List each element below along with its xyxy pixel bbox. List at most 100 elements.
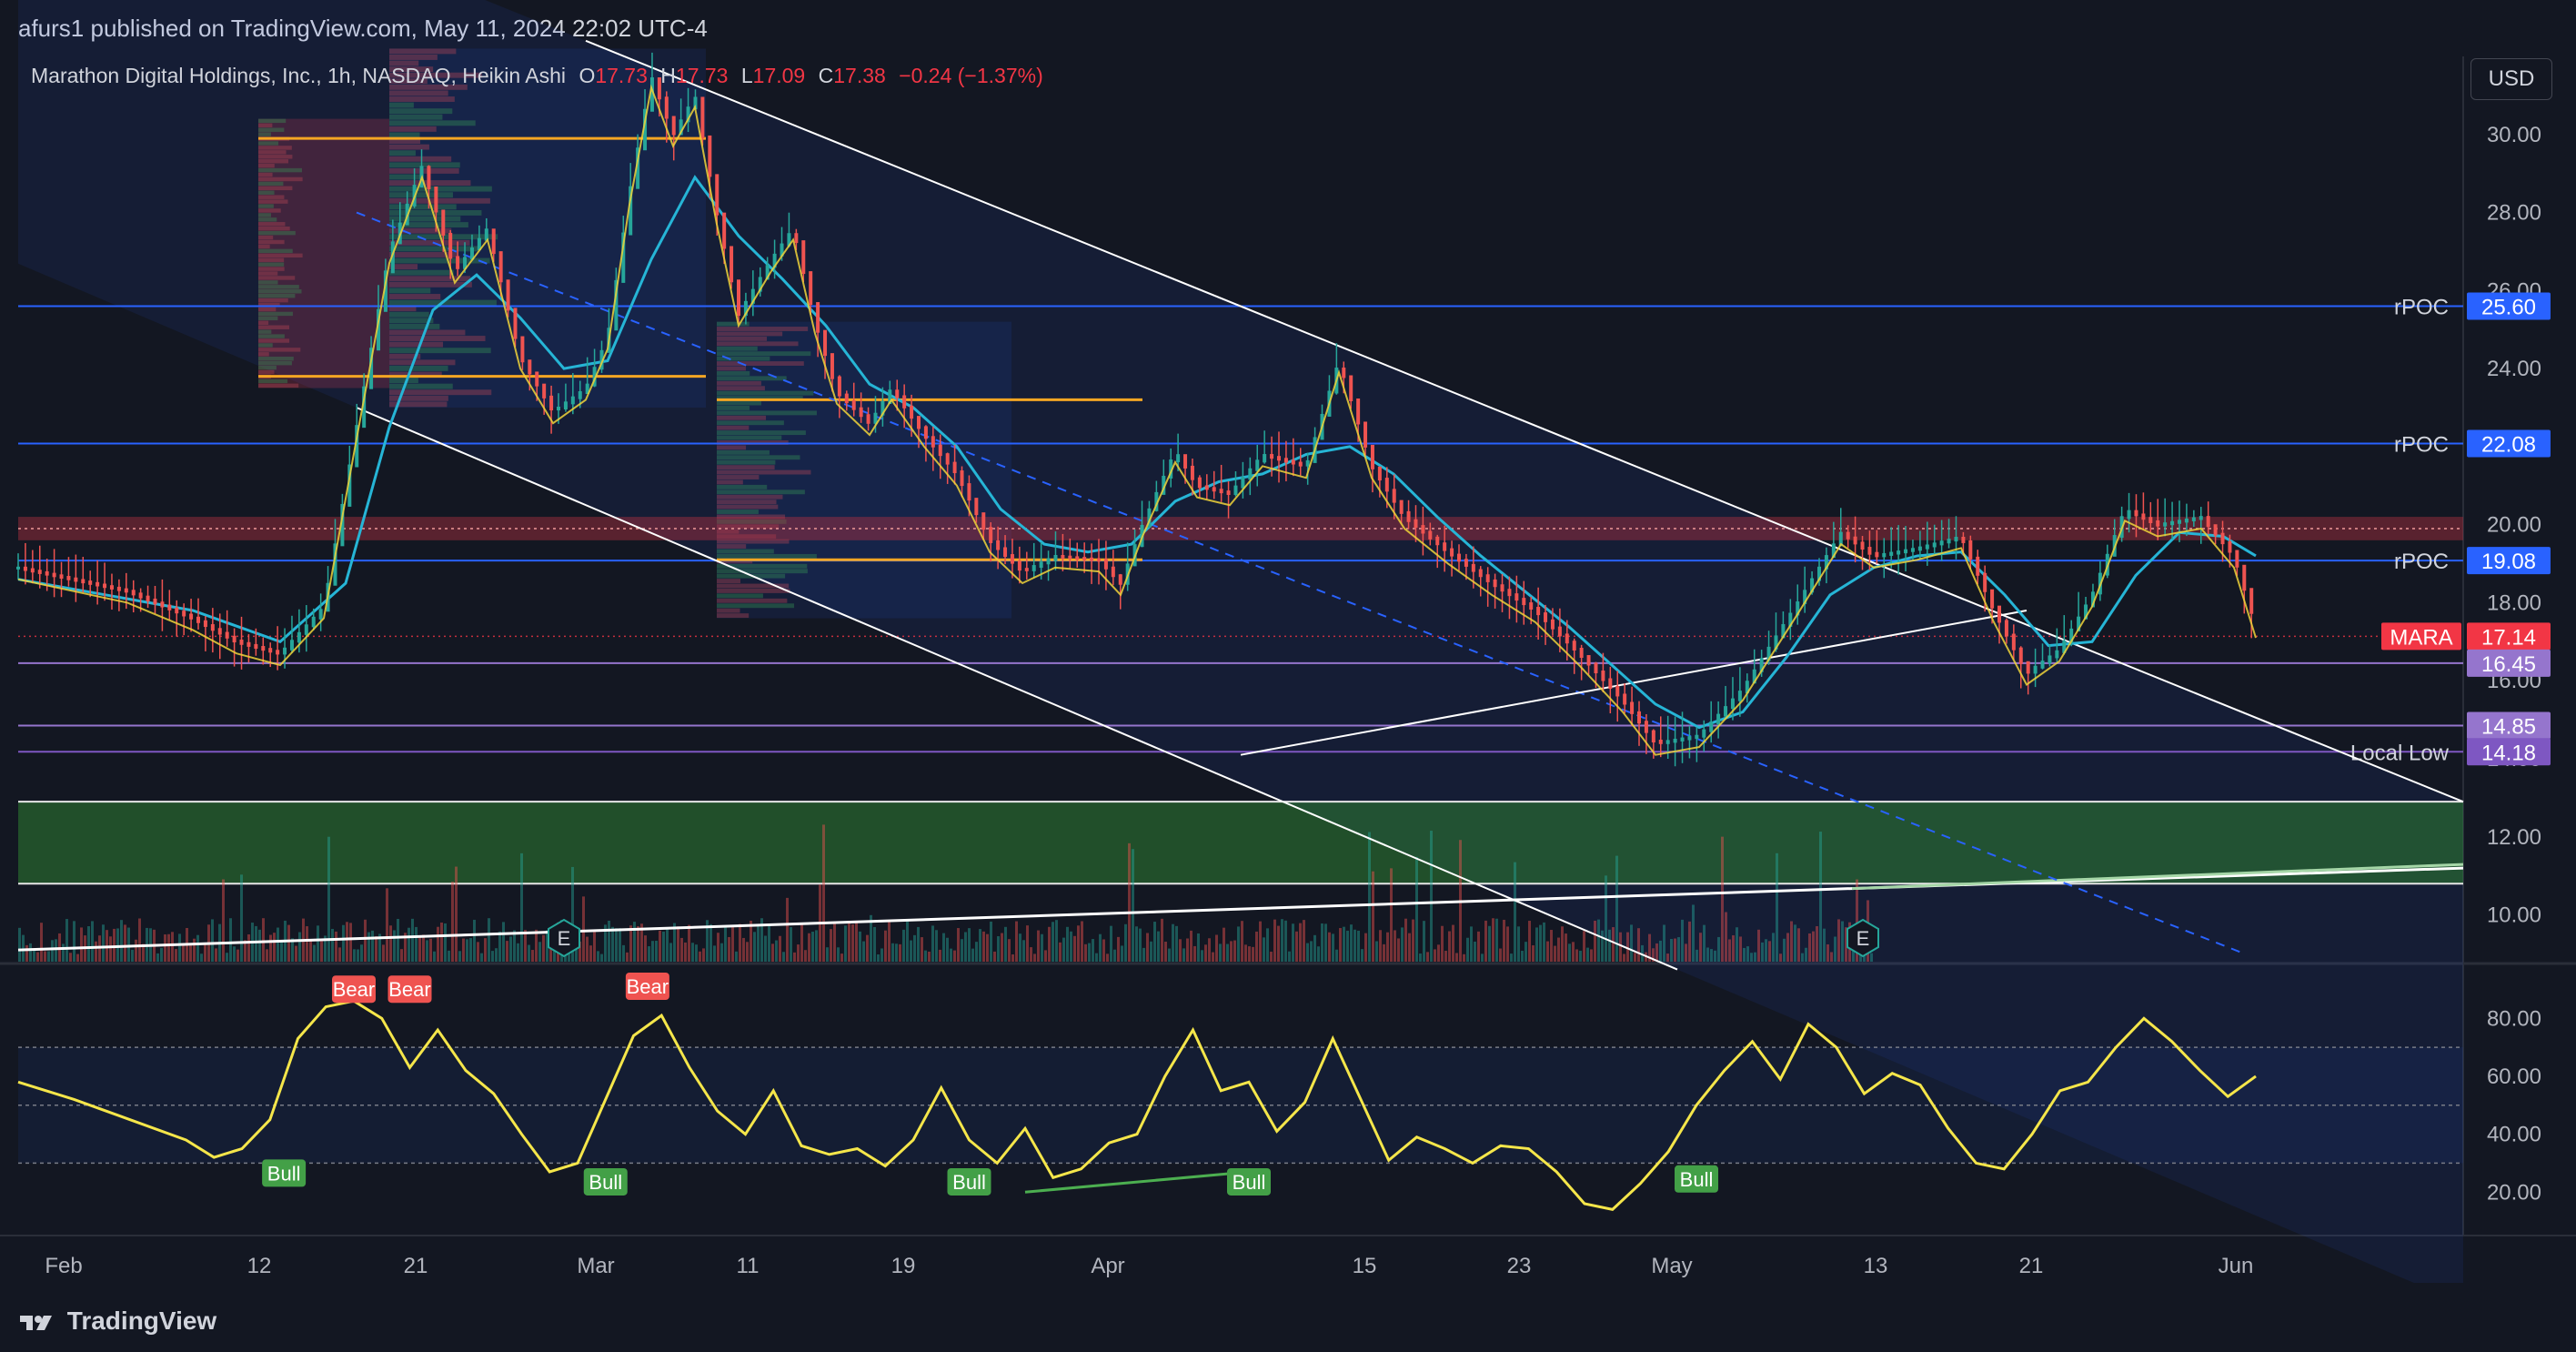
bull-signal-label: Bull (1233, 1171, 1266, 1194)
volume-bar (287, 924, 290, 962)
candle-body (1867, 547, 1872, 555)
volume-bar (724, 925, 727, 962)
candle-body (1457, 553, 1461, 562)
volume-bar (928, 951, 931, 962)
volume-bar (688, 924, 690, 962)
volume-bar (1870, 953, 1873, 962)
symbol-title: Marathon Digital Holdings, Inc., 1h, NAS… (31, 64, 567, 87)
volume-bar (982, 931, 985, 962)
volume-bar (1615, 855, 1618, 962)
volume-bar (280, 941, 283, 962)
candle-body (160, 601, 165, 608)
volume-bar (1572, 942, 1575, 962)
volume-bar (1550, 930, 1553, 962)
volume-bar (498, 931, 501, 962)
volume-bar (367, 932, 370, 962)
volume-bar (488, 918, 490, 962)
volume-bar (484, 938, 487, 962)
candle-body (1608, 678, 1613, 689)
volume-bar (1481, 953, 1484, 962)
volume-bar (18, 927, 21, 962)
volume-profile-bar (389, 329, 466, 336)
candle-body (1737, 691, 1742, 701)
volume-bar (913, 934, 916, 962)
volume-bar (29, 943, 32, 962)
currency-button[interactable]: USD (2470, 58, 2552, 100)
volume-profile-bar (258, 217, 277, 222)
volume-bar (1579, 950, 1582, 962)
volume-bar (426, 940, 428, 962)
volume-bar (666, 928, 669, 962)
volume-bar (349, 923, 352, 962)
volume-bar (1426, 952, 1429, 962)
volume-bar (1677, 937, 1680, 962)
volume-bar (1030, 947, 1032, 962)
candle-body (1702, 729, 1706, 738)
volume-bar (196, 934, 199, 962)
volume-bar (1157, 931, 1160, 962)
candle-body (1377, 466, 1382, 481)
volume-bar (1528, 921, 1531, 962)
tradingview-logo-icon (20, 1315, 52, 1330)
ohlc-open: O17.73 (579, 64, 648, 87)
candle-body (175, 607, 179, 614)
candle-body (2199, 516, 2203, 520)
volume-profile-bar (717, 549, 774, 554)
volume-profile-bar (258, 276, 296, 280)
candle-body (1514, 593, 1519, 601)
candle-body (196, 616, 200, 623)
candle-body (153, 598, 157, 605)
volume-bar (451, 882, 454, 962)
candle-body (1204, 485, 1209, 490)
volume-bar (1819, 832, 1822, 962)
candle-body (1305, 459, 1310, 467)
candle-body (1291, 459, 1295, 465)
volume-bar (822, 824, 825, 962)
candle-body (1947, 539, 1951, 544)
volume-profile-bar (717, 504, 779, 510)
volume-profile-bar (258, 190, 275, 195)
volume-bar (582, 896, 585, 962)
candle-body (2178, 520, 2181, 524)
volume-profile-bar (258, 181, 284, 187)
volume-bar (1412, 919, 1414, 962)
volume-bar (1266, 928, 1269, 962)
volume-profile-bar (717, 415, 767, 420)
candle-body (974, 498, 979, 516)
candle-body (268, 648, 273, 653)
volume-profile-bar (258, 248, 293, 254)
volume-bar (193, 938, 196, 962)
volume-bar (1383, 943, 1385, 962)
tradingview-logo[interactable]: TradingView (18, 1307, 216, 1336)
volume-bar (1335, 949, 1338, 962)
volume-bar (1736, 927, 1738, 962)
candle-body (1053, 555, 1058, 561)
candle-body (923, 426, 928, 439)
price-chart[interactable]: 10.0012.0014.0016.0018.0020.0022.0024.00… (0, 0, 2576, 1283)
volume-bar (1655, 943, 1658, 962)
candle-body (232, 635, 236, 643)
candle-body (2018, 647, 2023, 664)
volume-profile-bar (717, 346, 758, 351)
symbol-legend: Marathon Digital Holdings, Inc., 1h, NAS… (31, 64, 1043, 88)
volume-bar (684, 942, 687, 962)
volume-bar (691, 943, 694, 962)
price-axis-tick: 18.00 (2487, 590, 2541, 615)
volume-bar (1048, 926, 1051, 962)
volume-bar (1099, 933, 1102, 962)
volume-profile-bar (258, 320, 269, 326)
volume-bar (750, 920, 752, 962)
volume-bar (335, 931, 337, 962)
volume-bar (298, 932, 301, 962)
volume-bar (851, 923, 854, 962)
candle-body (1658, 739, 1663, 744)
volume-profile-bar (389, 378, 418, 384)
volume-profile-bar (258, 150, 287, 155)
volume-bar (699, 951, 701, 962)
volume-bar (1062, 937, 1065, 962)
volume-bar (182, 943, 185, 962)
volume-bar (1153, 922, 1156, 962)
candle-body (498, 251, 503, 283)
volume-bar (1452, 924, 1454, 962)
volume-bar (611, 926, 614, 962)
